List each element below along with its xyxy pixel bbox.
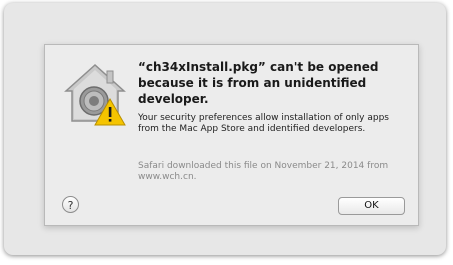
ok-button[interactable]: OK [338, 197, 405, 215]
download-source-info: Safari downloaded this file on November … [138, 161, 389, 182]
window-backdrop: “ch34xInstall.pkg” can't be opened becau… [4, 3, 446, 255]
help-button[interactable]: ? [62, 196, 79, 213]
dialog-title: “ch34xInstall.pkg” can't be opened becau… [138, 60, 379, 106]
dialog-message: Your security preferences allow installa… [138, 113, 389, 134]
alert-dialog: “ch34xInstall.pkg” can't be opened becau… [44, 44, 419, 226]
gatekeeper-warning-icon [62, 61, 128, 127]
